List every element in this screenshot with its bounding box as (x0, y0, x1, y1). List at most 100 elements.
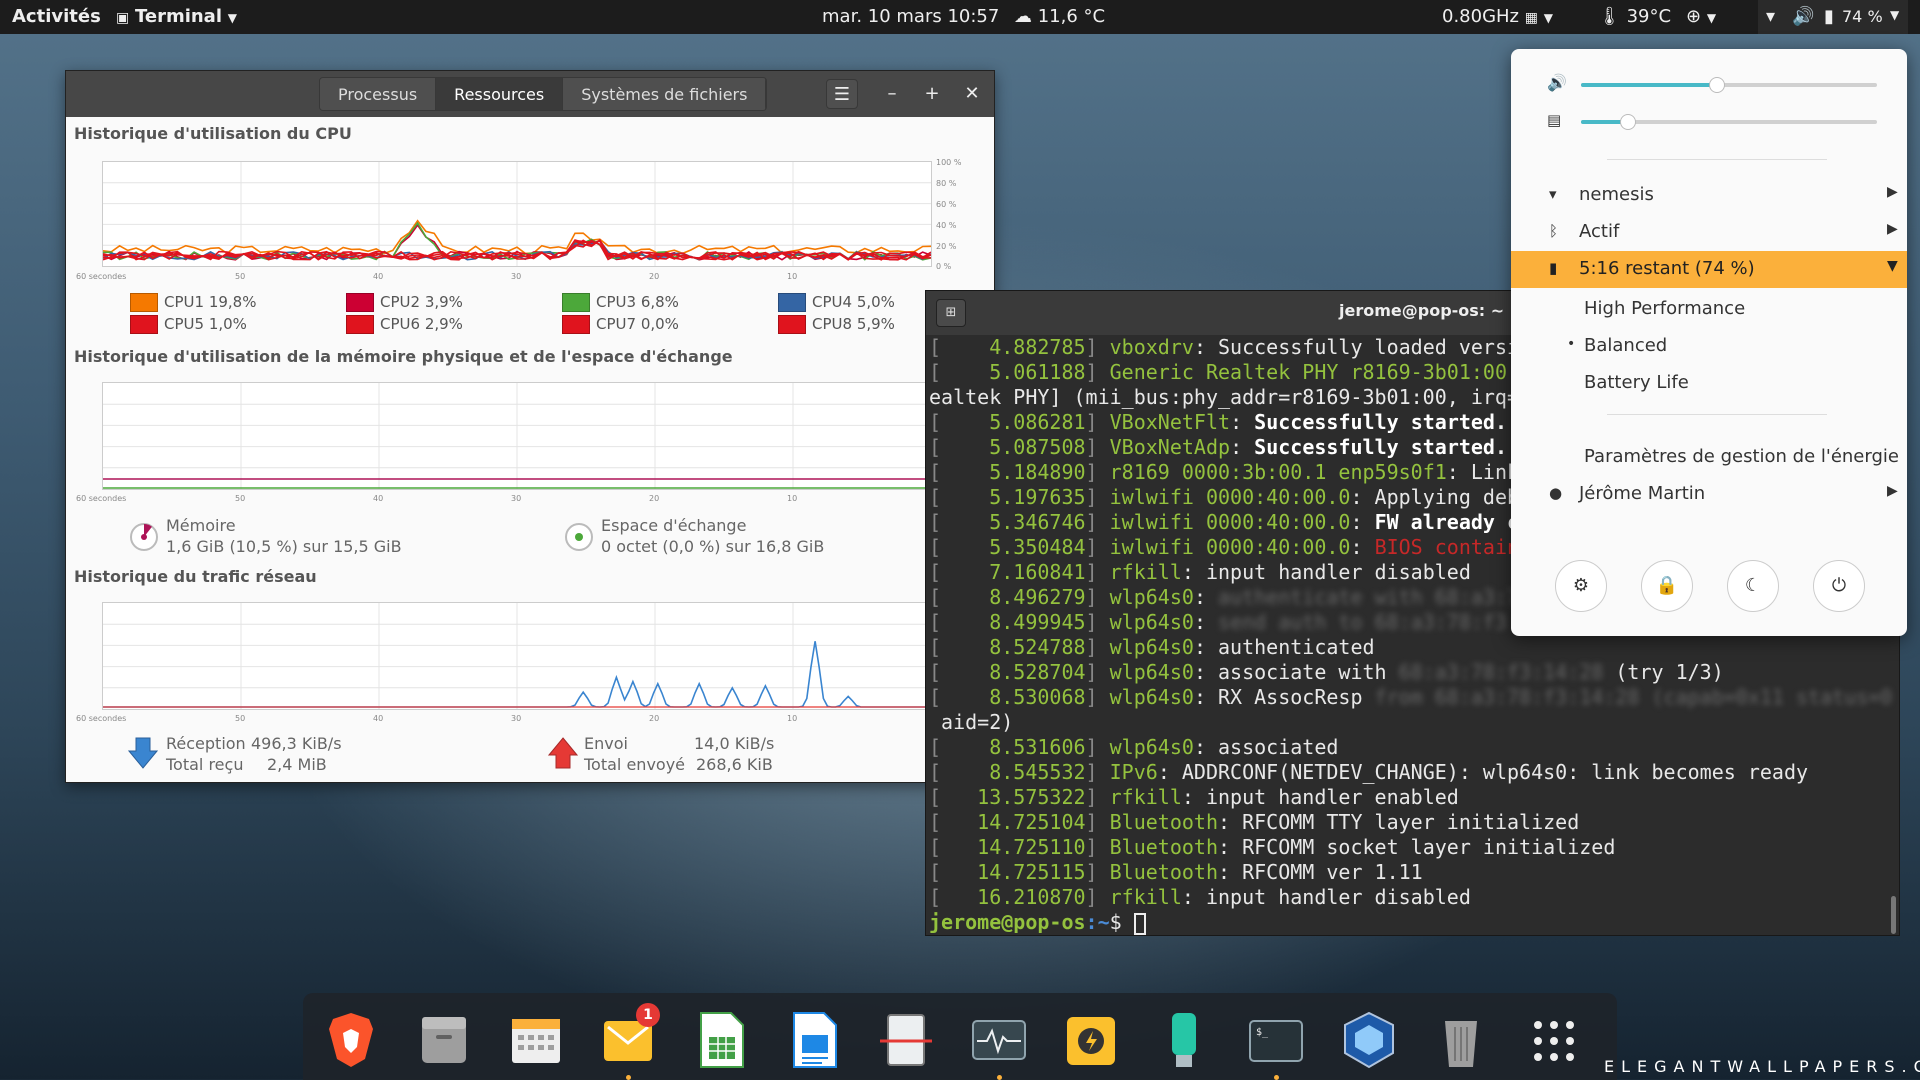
temperature-label: 39°C (1626, 6, 1672, 27)
terminal-text: [ (929, 335, 942, 359)
terminal-text: Bluetooth (1109, 835, 1219, 859)
y-label-80: 80 % (936, 179, 957, 188)
terminal-prompt[interactable]: jerome@pop-os:~$ (929, 910, 1892, 935)
terminal-text: VBoxNetFlt (1109, 410, 1231, 434)
terminal-text: ] (1085, 660, 1110, 684)
upload-arrow-icon[interactable] (548, 736, 578, 770)
accessibility-menu[interactable]: ⊕ ▼ (1686, 6, 1716, 27)
power-off-icon[interactable]: ⏻ (1813, 560, 1865, 612)
cpu8-label: CPU8 (812, 315, 853, 333)
memory-history-title: Historique d'utilisation de la mémoire p… (74, 347, 733, 366)
battery-percent: 74 % (1842, 7, 1883, 26)
usb-icon[interactable] (1156, 1011, 1212, 1069)
terminal-text: wlp64s0 (1109, 735, 1194, 759)
cpu1-color-swatch[interactable] (130, 293, 158, 312)
cpu6-color-swatch[interactable] (346, 315, 374, 334)
minimize-button[interactable]: – (876, 79, 908, 109)
tab-processes[interactable]: Processus (320, 78, 437, 110)
chevron-down-icon: ▼ (227, 11, 237, 25)
cpu4-legend[interactable]: CPU4 5,0% (778, 293, 895, 312)
volume-slider-knob[interactable] (1709, 77, 1726, 93)
terminal-text: 13.575322 (941, 785, 1086, 809)
terminal-text: 68:a3:78:f3:14:28 (1398, 660, 1604, 684)
total-received-value: 2,4 MiB (267, 755, 327, 774)
cpu3-color-swatch[interactable] (562, 293, 590, 312)
power-icon[interactable] (1063, 1011, 1119, 1069)
terminal-text: [ (929, 760, 942, 784)
calendar-icon[interactable] (508, 1011, 564, 1069)
cpu5-color-swatch[interactable] (130, 315, 158, 334)
suspend-moon-icon[interactable]: ☾ (1727, 560, 1779, 612)
writer-icon[interactable] (786, 1011, 842, 1069)
cpu7-legend[interactable]: CPU7 0,0% (562, 315, 679, 334)
brightness-slider-knob[interactable] (1620, 114, 1637, 130)
wifi-icon: ▾ (1766, 6, 1776, 27)
lock-icon[interactable]: 🔒 (1641, 560, 1693, 612)
maximize-button[interactable]: + (916, 79, 948, 109)
axis-label-40: 40 (373, 494, 384, 503)
view-switcher: Processus Ressources Systèmes de fichier… (319, 77, 768, 111)
app-menu[interactable]: ▣ Terminal ▼ (116, 6, 237, 27)
trash-icon[interactable] (1433, 1011, 1489, 1069)
terminal-text: [ (929, 810, 942, 834)
swap-pie-icon[interactable] (563, 521, 595, 553)
spreadsheet-icon[interactable] (693, 1011, 749, 1069)
terminal-text: : RFCOMM socket layer initialized (1218, 835, 1616, 859)
system-menu-button[interactable]: ▾ 🔊 ▮ 74 % ▼ (1758, 0, 1908, 34)
temperature-indicator[interactable]: 🌡 39°C (1598, 6, 1671, 27)
screenshot-icon[interactable] (878, 1011, 934, 1069)
receive-rate: 496,3 KiB/s (251, 734, 342, 753)
tab-resources[interactable]: Ressources (436, 78, 564, 110)
cpu6-legend[interactable]: CPU6 2,9% (346, 315, 463, 334)
clock[interactable]: mar. 10 mars 10:57 (822, 6, 999, 27)
terminal-text: ] (1085, 435, 1110, 459)
weather[interactable]: ☁ 11,6 °C (1014, 6, 1105, 27)
cpu1-legend[interactable]: CPU1 19,8% (130, 293, 256, 312)
terminal-scrollbar[interactable] (1891, 896, 1896, 934)
terminal-text: : (1350, 535, 1375, 559)
cpu7-color-swatch[interactable] (562, 315, 590, 334)
wifi-menu-item[interactable]: ▾ nemesis ▶ (1511, 177, 1907, 214)
system-monitor-icon[interactable] (971, 1011, 1027, 1069)
cpu8-legend[interactable]: CPU8 5,9% (778, 315, 895, 334)
battery-menu-item[interactable]: ▮ 5:16 restant (74 %) ▼ (1511, 251, 1907, 288)
power-mode-high-performance[interactable]: High Performance (1584, 298, 1745, 319)
bluetooth-label: Actif (1579, 221, 1620, 242)
power-settings-link[interactable]: Paramètres de gestion de l'énergie (1584, 446, 1899, 467)
cpu8-color-swatch[interactable] (778, 315, 806, 334)
bluetooth-menu-item[interactable]: ᛒ Actif ▶ (1511, 214, 1907, 251)
terminal-icon[interactable]: $_ (1248, 1011, 1304, 1069)
cpu3-legend[interactable]: CPU3 6,8% (562, 293, 679, 312)
download-arrow-icon[interactable] (128, 736, 158, 770)
cpu2-color-swatch[interactable] (346, 293, 374, 312)
activities-button[interactable]: Activités (12, 6, 101, 27)
close-button[interactable]: ✕ (956, 79, 988, 109)
files-icon[interactable] (416, 1011, 472, 1069)
user-menu-item[interactable]: ● Jérôme Martin ▶ (1511, 476, 1907, 513)
hamburger-menu-icon[interactable]: ☰ (826, 79, 858, 109)
terminal-text: [ (929, 460, 942, 484)
terminal-text: FW already c (1374, 510, 1520, 534)
axis-label-30: 30 (511, 272, 522, 281)
terminal-text: 5.197635 (941, 485, 1086, 509)
power-mode-balanced[interactable]: Balanced (1584, 335, 1667, 356)
power-mode-battery-life[interactable]: Battery Life (1584, 372, 1689, 393)
accessibility-icon: ⊕ (1686, 6, 1702, 27)
mail-icon[interactable]: 1 (600, 1003, 660, 1069)
terminal-text: iwlwifi 0000:40:00.0 (1109, 485, 1351, 509)
app-grid-icon[interactable] (1526, 1011, 1582, 1069)
new-tab-icon[interactable]: ⊞ (936, 299, 966, 327)
settings-gear-icon[interactable]: ⚙ (1555, 560, 1607, 612)
chevron-right-icon: ▶ (1887, 184, 1898, 200)
brave-icon[interactable] (323, 1011, 379, 1069)
cpu5-legend[interactable]: CPU5 1,0% (130, 315, 247, 334)
virtualbox-icon[interactable] (1341, 1011, 1397, 1069)
memory-pie-icon[interactable] (128, 521, 160, 553)
tab-filesystems[interactable]: Systèmes de fichiers (563, 78, 767, 110)
cpu-freq-indicator[interactable]: 0.80GHz ▦ ▼ (1442, 6, 1553, 27)
chip-icon: ▦ (1524, 10, 1538, 26)
terminal-text: : input handler enabled (1181, 785, 1459, 809)
cpu2-legend[interactable]: CPU2 3,9% (346, 293, 463, 312)
display-brightness-icon: ▤ (1547, 111, 1562, 129)
cpu4-color-swatch[interactable] (778, 293, 806, 312)
